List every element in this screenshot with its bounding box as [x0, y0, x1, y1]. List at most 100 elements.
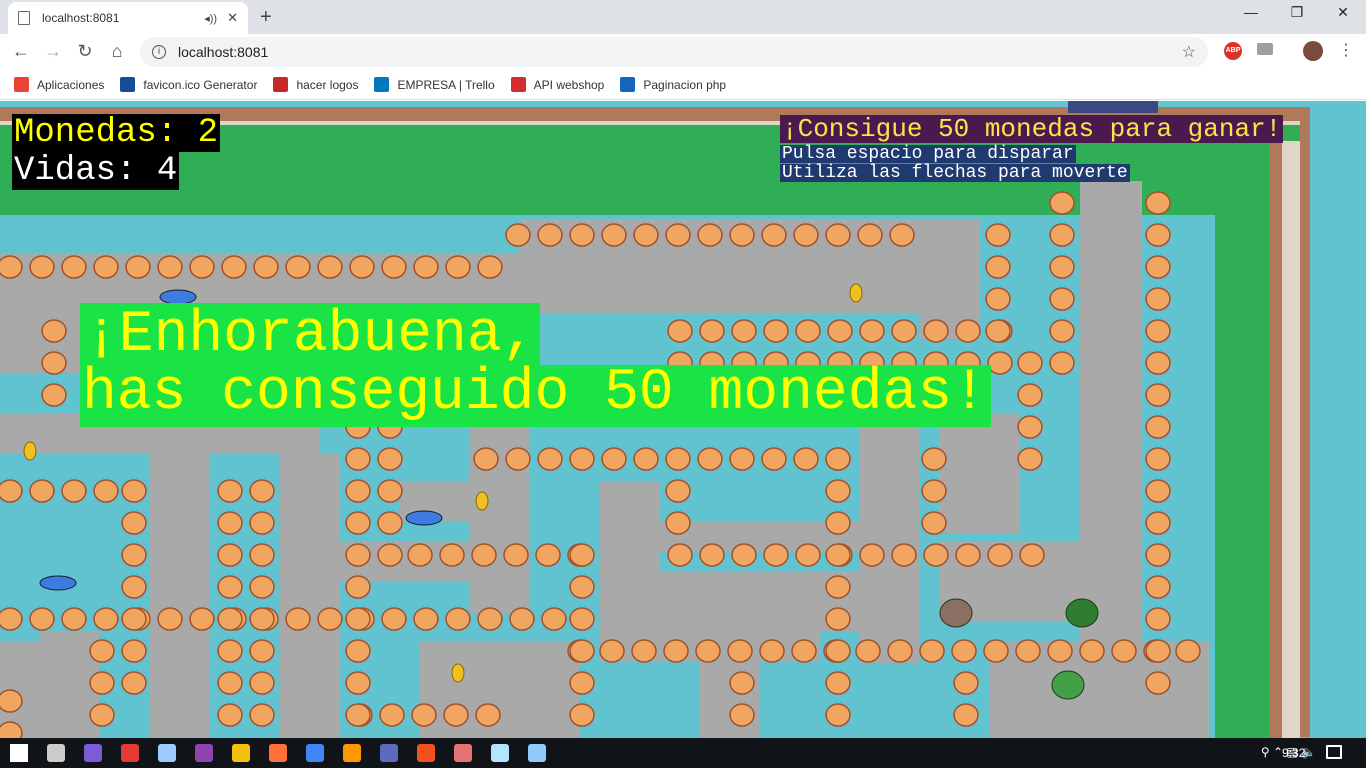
task-view-icon[interactable] — [47, 744, 65, 762]
shell-obstacle — [317, 607, 343, 631]
firefox-icon[interactable] — [269, 744, 287, 762]
chrome-icon[interactable] — [306, 744, 324, 762]
windows-start-icon[interactable] — [10, 744, 28, 762]
shell-obstacle — [891, 543, 917, 567]
shell-obstacle — [217, 543, 243, 567]
browser-tab[interactable]: localhost:8081 ◂)) ✕ — [8, 2, 248, 34]
app-window-icon[interactable] — [528, 744, 546, 762]
camera-icon[interactable] — [1257, 43, 1273, 55]
shell-obstacle — [285, 255, 311, 279]
shell-obstacle — [921, 479, 947, 503]
shell-obstacle — [121, 607, 147, 631]
adblock-icon[interactable]: ABP — [1224, 42, 1242, 60]
notepad-icon[interactable] — [491, 744, 509, 762]
home-icon[interactable]: ⌂ — [106, 41, 128, 62]
menu-icon[interactable]: ⋮ — [1338, 40, 1354, 60]
shell-obstacle — [825, 511, 851, 535]
trello-icon — [374, 77, 390, 92]
shell-obstacle — [1019, 543, 1045, 567]
bookmark-label: Aplicaciones — [37, 77, 105, 92]
app-red-icon[interactable] — [121, 744, 139, 762]
shell-obstacle — [475, 703, 501, 727]
coin — [451, 663, 465, 683]
shell-obstacle — [381, 255, 407, 279]
shell-obstacle — [473, 447, 499, 471]
shell-obstacle — [345, 575, 371, 599]
coin — [849, 283, 863, 303]
bookmark-star-icon[interactable]: ☆ — [1182, 42, 1196, 62]
bookmark-item[interactable]: favicon.ico Generator — [120, 77, 257, 92]
shell-obstacle — [379, 703, 405, 727]
notification-icon[interactable] — [1326, 745, 1342, 759]
app-paint-icon[interactable] — [454, 744, 472, 762]
site-info-icon[interactable]: i — [152, 45, 166, 59]
shell-obstacle — [727, 639, 753, 663]
address-bar[interactable]: i localhost:8081 ☆ — [140, 37, 1208, 67]
shell-obstacle — [121, 511, 147, 535]
shell-obstacle — [61, 255, 87, 279]
shell-obstacle — [349, 255, 375, 279]
shell-obstacle — [1049, 223, 1075, 247]
bookmark-item[interactable]: API webshop — [510, 77, 605, 92]
shell-obstacle — [763, 319, 789, 343]
git-icon[interactable] — [417, 744, 435, 762]
audio-icon[interactable]: ◂)) — [204, 12, 217, 25]
grass-area — [1215, 141, 1275, 738]
shell-obstacle — [1145, 575, 1171, 599]
shell-obstacle — [377, 447, 403, 471]
shell-obstacle — [125, 255, 151, 279]
fish-sprite — [159, 289, 197, 305]
creature-sprite — [1051, 670, 1085, 700]
forward-icon[interactable]: → — [42, 41, 64, 62]
shell-obstacle — [1145, 319, 1171, 343]
shell-obstacle — [89, 671, 115, 695]
shell-obstacle — [919, 639, 945, 663]
shell-obstacle — [825, 607, 851, 631]
reload-icon[interactable]: ↻ — [74, 41, 96, 62]
shell-obstacle — [825, 479, 851, 503]
close-tab-icon[interactable]: ✕ — [227, 10, 238, 26]
bookmark-item[interactable]: EMPRESA | Trello — [374, 77, 495, 92]
wall — [1300, 107, 1310, 737]
restore-icon[interactable]: ❐ — [1274, 4, 1320, 21]
bookmark-item[interactable]: hacer logos — [273, 77, 358, 92]
shell-obstacle — [601, 447, 627, 471]
shell-obstacle — [157, 255, 183, 279]
visual-studio-icon[interactable] — [195, 744, 213, 762]
new-tab-button[interactable]: + — [260, 6, 272, 29]
close-icon[interactable]: ✕ — [1320, 4, 1366, 21]
win-message-line2: has conseguido 50 monedas! — [80, 365, 991, 427]
bookmark-item[interactable]: Paginacion php — [620, 77, 726, 92]
shell-obstacle — [121, 575, 147, 599]
back-icon[interactable]: ← — [10, 41, 32, 62]
app-cube-icon[interactable] — [158, 744, 176, 762]
shell-obstacle — [985, 319, 1011, 343]
shell-obstacle — [633, 447, 659, 471]
shell-obstacle — [699, 319, 725, 343]
objective-text: ¡Consigue 50 monedas para ganar! — [780, 114, 1284, 144]
app-purple-icon[interactable] — [84, 744, 102, 762]
stone-path — [150, 453, 210, 738]
shell-obstacle — [249, 575, 275, 599]
bookmark-item[interactable]: Aplicaciones — [14, 77, 104, 92]
apps-grid-icon — [14, 77, 29, 92]
bookmark-label: favicon.ico Generator — [143, 77, 258, 92]
shell-obstacle — [217, 479, 243, 503]
sublime-text-icon[interactable] — [343, 744, 361, 762]
shell-obstacle — [89, 639, 115, 663]
bookmark-label: API webshop — [533, 77, 605, 92]
shell-obstacle — [29, 479, 55, 503]
minimize-icon[interactable]: — — [1228, 4, 1274, 20]
shell-obstacle — [699, 543, 725, 567]
shell-obstacle — [1145, 479, 1171, 503]
shell-obstacle — [249, 703, 275, 727]
bookmark-label: hacer logos — [296, 77, 359, 92]
shell-obstacle — [0, 689, 23, 713]
profile-avatar[interactable] — [1303, 41, 1323, 61]
app-grid-icon[interactable] — [380, 744, 398, 762]
file-explorer-icon[interactable] — [232, 744, 250, 762]
game-canvas[interactable]: Monedas: 2 Vidas: 4 ¡Consigue 50 monedas… — [0, 101, 1366, 738]
shell-obstacle — [217, 607, 243, 631]
shell-obstacle — [793, 447, 819, 471]
shell-obstacle — [407, 543, 433, 567]
